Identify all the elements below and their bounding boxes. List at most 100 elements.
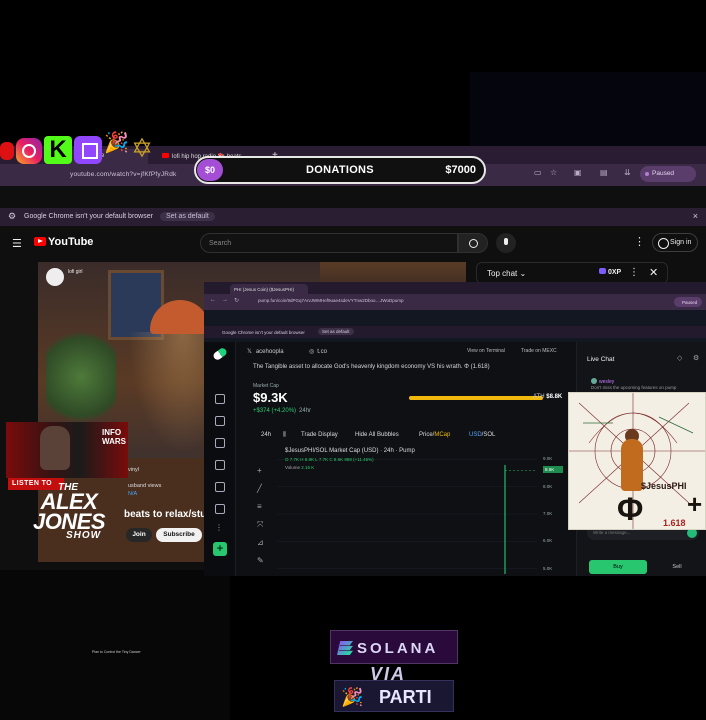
website-link[interactable]: t.co <box>309 348 327 355</box>
figure-body <box>621 439 643 491</box>
chart-title: $JesusPHI/SOL Market Cap (USD) · 24h · P… <box>285 448 415 454</box>
youtube-logo[interactable]: YouTube <box>34 236 93 248</box>
paused-profile-button[interactable]: Paused <box>640 166 696 182</box>
sell-tab[interactable]: Sell <box>653 560 701 574</box>
extensions-icon[interactable]: ▣ <box>574 168 582 177</box>
channel-name[interactable]: lofi girl <box>68 269 128 276</box>
scene-plant <box>46 322 116 432</box>
twitch-icon <box>74 136 102 164</box>
volume-value: 2.16 K <box>301 465 315 470</box>
trade-display-button[interactable]: Trade Display <box>301 432 338 438</box>
phi-symbol: Φ <box>617 491 644 527</box>
home-icon[interactable] <box>215 394 225 404</box>
menu-icon[interactable]: ☰ <box>12 237 22 250</box>
chat-username[interactable]: wesley <box>591 378 614 385</box>
interval-button[interactable]: 24h <box>261 432 271 438</box>
live-icon[interactable] <box>215 416 225 426</box>
measure-tool-icon[interactable]: ⊿ <box>257 538 267 548</box>
bottom-left-panel <box>0 566 230 720</box>
more-options-icon[interactable]: ⋮ <box>634 235 645 248</box>
x-handle-link[interactable]: acehoopla <box>247 348 284 355</box>
view-on-terminal-link[interactable]: View on Terminal <box>467 348 505 354</box>
candle-type-icon[interactable]: ⫼ <box>283 432 286 439</box>
sign-in-button[interactable]: Sign in <box>652 233 698 252</box>
tab-pump-fun[interactable]: PHI (Jesus Coin) ($JesusPHI) <box>230 284 308 294</box>
more-icon[interactable]: ⋮ <box>215 524 225 534</box>
youtube-favicon-icon <box>162 153 169 158</box>
create-coin-button[interactable]: + <box>213 542 227 556</box>
chart-volume: Volume 2.16 K <box>285 465 314 470</box>
hide-bubbles-button[interactable]: Hide All Bubbles <box>355 432 399 438</box>
ath-progress-bar <box>409 396 543 400</box>
advanced-icon[interactable] <box>215 438 225 448</box>
ath-text: ATH <box>533 394 545 400</box>
party-popper-icon: 🎉 <box>104 132 129 154</box>
chat-options-icon[interactable]: ⋮ <box>629 267 639 278</box>
youtube-icon <box>0 142 14 160</box>
usd-sol-toggle[interactable]: USD/SOL <box>469 432 495 438</box>
y-tick-label: 6.0K <box>543 538 553 544</box>
buy-tab[interactable]: Buy <box>589 560 647 574</box>
set-default-button[interactable]: Set as default <box>160 212 215 221</box>
sidebar-icon[interactable]: ▤ <box>600 168 608 177</box>
close-chat-icon[interactable]: ✕ <box>649 266 658 279</box>
side-text-vinyl: vinyl <box>128 467 140 473</box>
y-tick-label: 8.0K <box>543 483 553 489</box>
ath-progress-fill <box>409 396 543 400</box>
coin-main: acehoopla t.co View on Terminal Trade on… <box>237 342 575 576</box>
star-of-david-icon: ✡ <box>131 133 153 163</box>
profile-icon[interactable] <box>215 482 225 492</box>
youtube-play-icon <box>34 237 46 246</box>
inner-notice-text: Google Chrome isn't your default browser <box>222 330 305 335</box>
bookmark-star-icon[interactable]: ☆ <box>550 168 557 177</box>
join-button[interactable]: Join <box>126 528 152 542</box>
jesusphi-artwork: $JesusPHI Φ 1.618 + <box>568 392 706 530</box>
chat-message: Don't miss the upcoming features on pump <box>591 385 677 390</box>
solana-icon <box>337 641 353 655</box>
pattern-tool-icon[interactable]: ⤧ <box>257 520 267 530</box>
y-tick-label: 7.0K <box>543 511 553 516</box>
search-input[interactable]: Search <box>200 233 458 253</box>
download-icon[interactable]: ⇊ <box>624 168 631 177</box>
chart-toolbar: 24h ⫼ Trade Display Hide All Bubbles Pri… <box>253 428 575 444</box>
subscribe-button[interactable]: Subscribe <box>156 528 202 542</box>
market-cap-change: +$374 (+4.20%) 24hr <box>253 408 311 414</box>
current-price-label: 8.6K <box>543 466 563 474</box>
xp-badge[interactable]: 0XP <box>599 268 621 276</box>
golden-ratio: 1.618 <box>663 518 686 528</box>
price-mcap-toggle[interactable]: Price/MCap <box>419 432 450 438</box>
side-text-views: usband views <box>128 483 162 489</box>
inner-paused-button[interactable]: Paused <box>674 297 702 307</box>
close-notice-icon[interactable]: × <box>693 211 698 221</box>
pump-pill-logo[interactable] <box>211 346 229 362</box>
chat-icon[interactable] <box>215 460 225 470</box>
trade-on-mexc-link[interactable]: Trade on MEXC <box>521 348 557 354</box>
parti-logo: 🎉 PARTI <box>334 680 454 712</box>
search-button[interactable] <box>458 233 488 253</box>
market-cap-chart[interactable]: $JesusPHI/SOL Market Cap (USD) · 24h · P… <box>237 446 575 576</box>
show-label: SHOW <box>66 530 102 541</box>
shield-icon[interactable]: ◇ <box>677 354 682 362</box>
market-cap-label: Market Cap <box>253 383 279 389</box>
support-icon[interactable] <box>215 504 225 514</box>
url-field[interactable]: youtube.com/watch?v=jfKfPfyJRdk <box>70 167 190 182</box>
fib-tool-icon[interactable]: ≡ <box>257 502 267 512</box>
mcap-option: MCap <box>434 432 451 438</box>
crosshair-tool-icon[interactable]: + <box>257 466 267 476</box>
top-chat-dropdown[interactable]: Top chat ⌄ <box>487 269 526 278</box>
reload-icon[interactable]: ↻ <box>234 297 239 304</box>
inner-url-field[interactable]: pump.fun/coin/9dPGq7ArvJWMHef9uae4sdeVYT… <box>258 298 404 303</box>
ath-value: $8.8K <box>546 394 563 400</box>
cast-icon[interactable]: ▭ <box>534 168 542 177</box>
settings-gear-icon[interactable]: ⚙ <box>693 354 699 362</box>
brush-tool-icon[interactable]: ✎ <box>257 556 267 566</box>
forward-icon[interactable]: → <box>222 297 228 303</box>
microphone-icon[interactable] <box>496 233 516 253</box>
solana-logo: SOLANA <box>330 630 458 664</box>
trendline-tool-icon[interactable]: ╱ <box>257 484 267 494</box>
instagram-icon <box>16 138 42 164</box>
inner-set-default-button[interactable]: Set as default <box>318 328 354 335</box>
channel-avatar[interactable] <box>46 268 64 286</box>
kick-icon: K <box>44 136 72 164</box>
back-icon[interactable]: ← <box>210 297 216 303</box>
